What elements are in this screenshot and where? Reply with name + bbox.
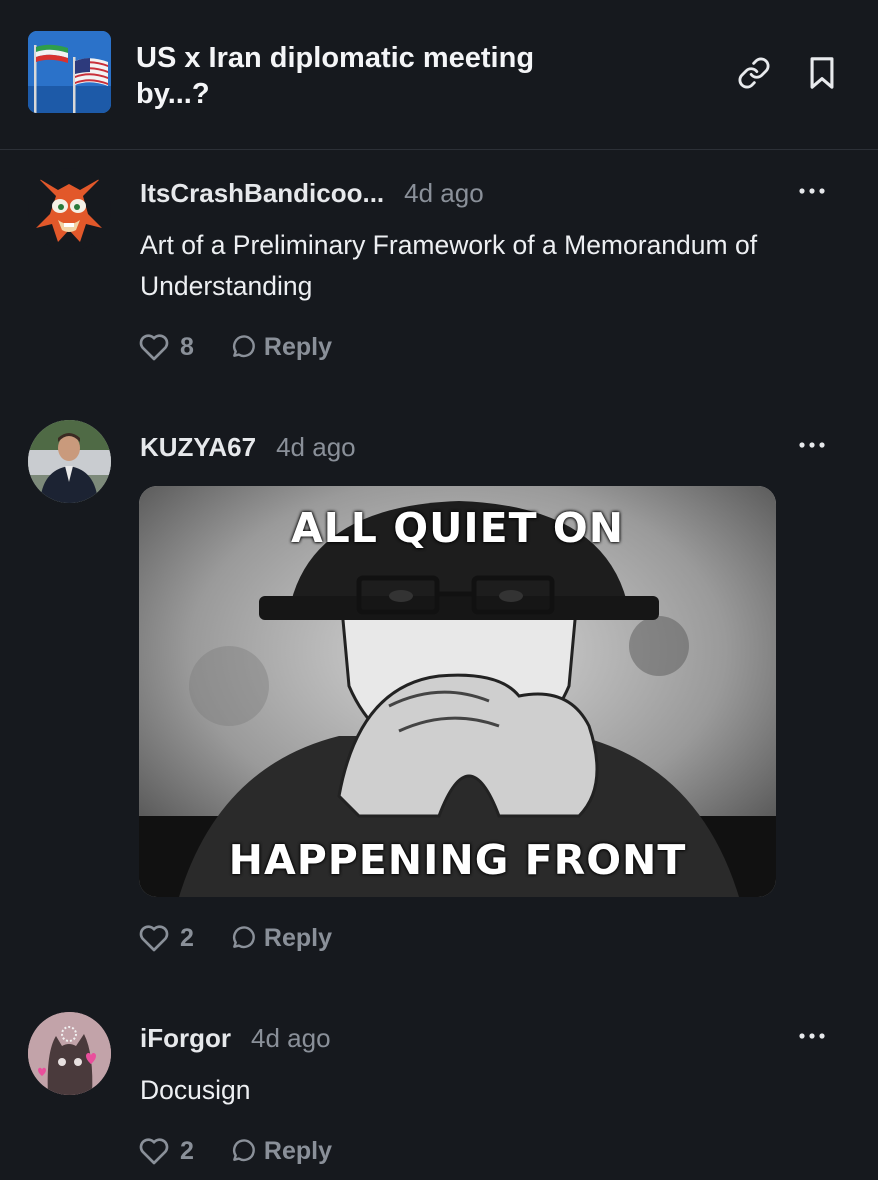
comment-header: KUZYA67 4d ago bbox=[140, 429, 356, 465]
meme-caption-bottom: HAPPENING FRONT bbox=[228, 836, 687, 884]
ellipsis-icon bbox=[799, 442, 825, 448]
heart-icon bbox=[139, 925, 169, 952]
like-button[interactable]: 2 bbox=[138, 1136, 194, 1166]
like-count: 8 bbox=[180, 332, 194, 361]
reply-label: Reply bbox=[263, 1136, 332, 1165]
comment-timestamp: 4d ago bbox=[404, 177, 484, 208]
more-options-button[interactable] bbox=[794, 430, 830, 460]
reply-button[interactable]: Reply bbox=[230, 924, 332, 953]
comment-username[interactable]: ItsCrashBandicoo... bbox=[140, 178, 384, 209]
avatar[interactable] bbox=[28, 1012, 111, 1095]
comment-actions: 8 Reply bbox=[138, 330, 332, 364]
comments-screen: US x Iran diplomatic meeting by...? ItsC… bbox=[0, 0, 878, 1180]
copy-link-button[interactable] bbox=[736, 55, 772, 91]
chat-bubble-icon bbox=[232, 335, 255, 358]
market-title[interactable]: US x Iran diplomatic meeting by...? bbox=[136, 40, 576, 112]
like-button[interactable]: 8 bbox=[138, 332, 194, 362]
us-iran-flags-icon bbox=[28, 31, 111, 113]
reply-button[interactable]: Reply bbox=[230, 1137, 332, 1166]
comment-timestamp: 4d ago bbox=[251, 1022, 331, 1053]
chat-bubble-icon bbox=[232, 926, 255, 949]
comment-timestamp: 4d ago bbox=[276, 431, 356, 462]
user-photo-avatar-icon bbox=[28, 420, 111, 503]
reply-label: Reply bbox=[263, 923, 332, 952]
comment-username[interactable]: KUZYA67 bbox=[140, 432, 256, 463]
ellipsis-icon bbox=[799, 188, 825, 194]
heart-icon bbox=[139, 1138, 169, 1165]
like-count: 2 bbox=[180, 923, 194, 952]
bookmark-icon bbox=[810, 57, 834, 89]
cat-avatar-icon bbox=[28, 1012, 111, 1095]
comment-actions: 2 Reply bbox=[138, 1134, 332, 1168]
market-header: US x Iran diplomatic meeting by...? bbox=[0, 0, 878, 150]
ellipsis-icon bbox=[799, 1033, 825, 1039]
comment-image[interactable]: ALL QUIET ON HAPPENING FRONT bbox=[139, 486, 776, 897]
reply-button[interactable]: Reply bbox=[230, 333, 332, 362]
avatar[interactable] bbox=[28, 168, 111, 251]
comment-header: ItsCrashBandicoo... 4d ago bbox=[140, 175, 484, 211]
heart-icon bbox=[139, 334, 169, 361]
comment-actions: 2 Reply bbox=[138, 921, 332, 955]
crash-bandicoot-avatar-icon bbox=[36, 178, 102, 242]
bookmark-button[interactable] bbox=[804, 55, 840, 91]
chat-bubble-icon bbox=[232, 1139, 255, 1162]
comment-text: Docusign bbox=[140, 1075, 251, 1105]
link-icon bbox=[738, 57, 770, 89]
reply-label: Reply bbox=[263, 332, 332, 361]
like-count: 2 bbox=[180, 1136, 194, 1165]
avatar[interactable] bbox=[28, 420, 111, 503]
comment-username[interactable]: iForgor bbox=[140, 1023, 231, 1054]
comment-text: Art of a Preliminary Framework of a Memo… bbox=[140, 230, 758, 301]
market-thumbnail[interactable] bbox=[28, 31, 111, 113]
more-options-button[interactable] bbox=[794, 176, 830, 206]
more-options-button[interactable] bbox=[794, 1021, 830, 1051]
comment-header: iForgor 4d ago bbox=[140, 1020, 331, 1056]
meme-caption-top: ALL QUIET ON bbox=[290, 504, 625, 552]
like-button[interactable]: 2 bbox=[138, 923, 194, 953]
